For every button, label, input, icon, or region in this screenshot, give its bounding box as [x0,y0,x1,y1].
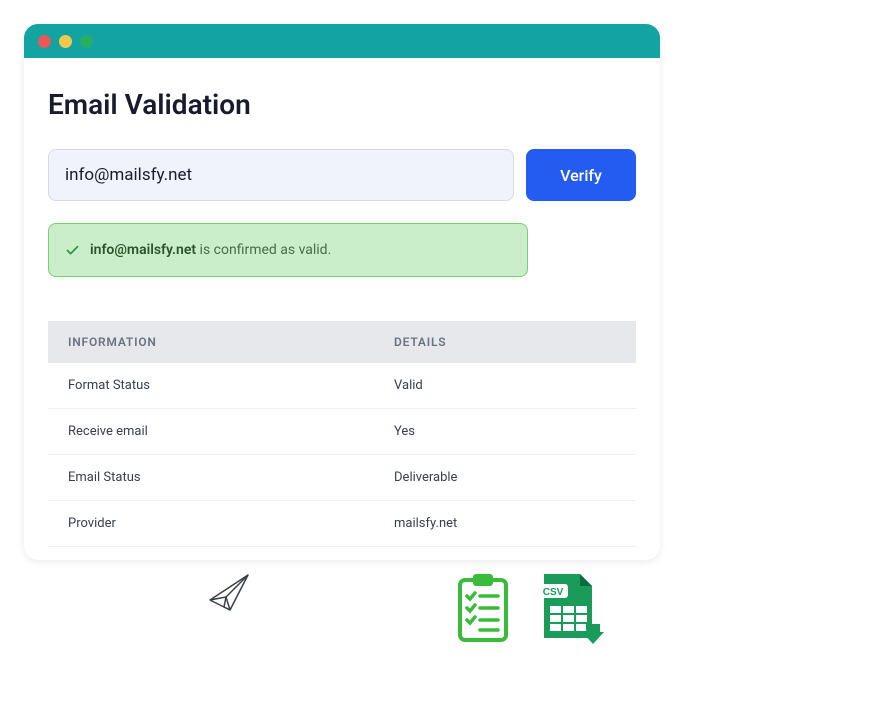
table-row: Email Status Deliverable [48,455,636,501]
table-row: Receive email Yes [48,409,636,455]
email-input[interactable] [48,149,514,201]
svg-text:CSV: CSV [543,587,564,598]
minimize-dot[interactable] [59,35,72,48]
window-titlebar [24,24,660,58]
success-banner: info@mailsfy.net is confirmed as valid. [48,223,528,277]
row-label: Receive email [48,409,374,455]
window-content: Email Validation Verify info@mailsfy.net… [24,58,660,547]
row-label: Email Status [48,455,374,501]
row-value: Yes [374,409,636,455]
paper-plane-decoration [10,570,270,660]
arrow-decoration [660,160,880,480]
table-row: Format Status Valid [48,363,636,409]
results-body: Format Status Valid Receive email Yes Em… [48,363,636,547]
check-icon [65,243,80,258]
row-value: Deliverable [374,455,636,501]
success-email: info@mailsfy.net [90,242,196,258]
row-value: Valid [374,363,636,409]
app-window: Email Validation Verify info@mailsfy.net… [24,24,660,560]
checklist-icon [454,572,512,644]
success-message: info@mailsfy.net is confirmed as valid. [90,242,331,258]
verify-button[interactable]: Verify [526,149,636,201]
maximize-dot[interactable] [80,35,93,48]
row-label: Provider [48,501,374,547]
col-header-details: DETAILS [374,321,636,363]
row-label: Format Status [48,363,374,409]
col-header-information: INFORMATION [48,321,374,363]
close-dot[interactable] [38,35,51,48]
success-suffix: is confirmed as valid. [196,242,331,258]
results-table: INFORMATION DETAILS Format Status Valid … [48,321,636,547]
row-value: mailsfy.net [374,501,636,547]
table-row: Provider mailsfy.net [48,501,636,547]
page-title: Email Validation [48,88,636,121]
export-icons: CSV [454,572,604,646]
verify-form: Verify [48,149,636,201]
csv-file-icon: CSV [536,572,604,646]
